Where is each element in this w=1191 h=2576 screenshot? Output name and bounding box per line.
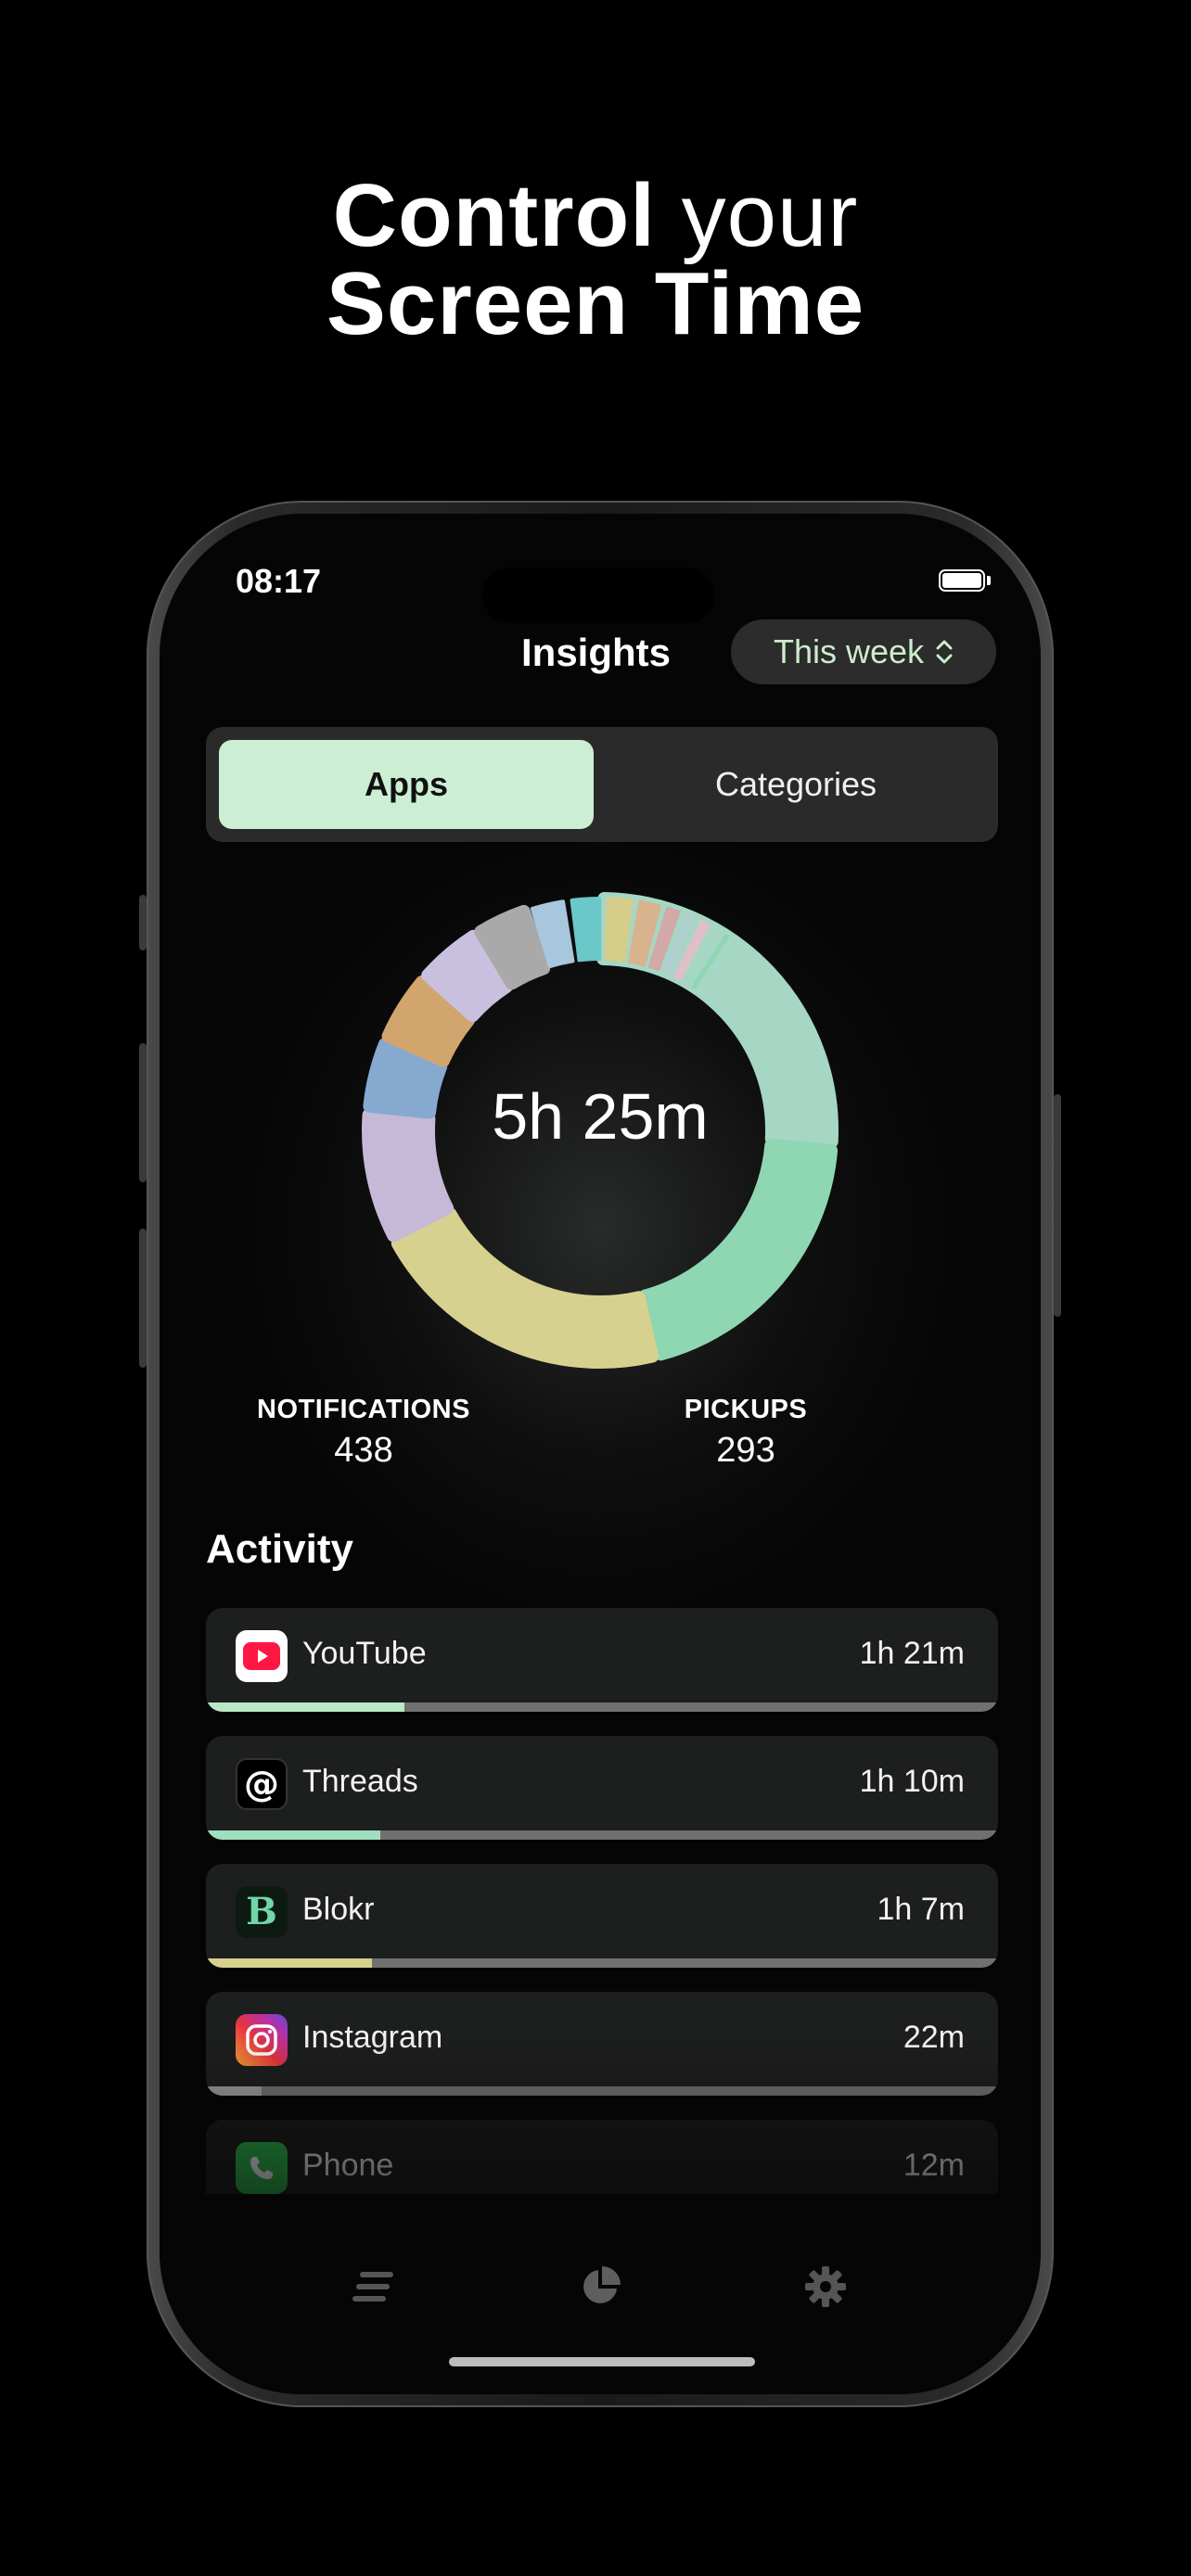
usage-track <box>206 2086 998 2096</box>
phone-icon <box>236 2142 288 2194</box>
period-selector[interactable]: This week <box>731 619 996 684</box>
home-indicator <box>449 2357 755 2366</box>
app-time: 1h 7m <box>877 1892 966 1927</box>
headline-line-1: Control your <box>0 172 1191 261</box>
donut-segment <box>570 897 602 963</box>
tab-insights[interactable] <box>572 2259 628 2315</box>
app-time: 1h 10m <box>859 1764 965 1799</box>
page-title: Insights <box>521 631 672 674</box>
app-name: Instagram <box>302 2020 443 2055</box>
activity-row-youtube[interactable]: YouTube 1h 21m <box>206 1608 998 1712</box>
pickups-stat: PICKUPS 293 <box>634 1395 857 1471</box>
pie-chart-icon <box>583 2266 621 2303</box>
usage-bar <box>206 1958 373 1968</box>
battery-tip <box>987 576 991 585</box>
activity-row-blokr[interactable]: B Blokr 1h 7m <box>206 1864 998 1968</box>
action-button <box>139 895 147 950</box>
app-name: Threads <box>302 1764 418 1799</box>
usage-bar <box>206 2086 262 2096</box>
pickups-label: PICKUPS <box>684 1395 808 1424</box>
segmented-control: Apps Categories <box>206 727 998 842</box>
gear-icon <box>805 2266 846 2307</box>
app-name: Phone <box>302 2148 394 2183</box>
app-name: YouTube <box>302 1636 427 1671</box>
period-label: This week <box>773 632 925 670</box>
phone-screen: 08:17 Insights This week Apps Categories… <box>160 514 1041 2394</box>
tab-settings[interactable] <box>798 2259 853 2315</box>
battery-icon <box>939 569 985 592</box>
volume-down-button <box>139 1229 147 1368</box>
status-time: 08:17 <box>236 562 322 600</box>
chevron-up-down-icon <box>936 640 953 664</box>
app-time: 22m <box>903 2020 965 2055</box>
notifications-label: NOTIFICATIONS <box>257 1395 470 1424</box>
blokr-icon: B <box>236 1886 288 1938</box>
donut-segment <box>638 1139 839 1361</box>
activity-row-threads[interactable]: @ Threads 1h 10m <box>206 1736 998 1840</box>
donut-segment <box>391 1207 660 1369</box>
notifications-stat: NOTIFICATIONS 438 <box>252 1395 475 1471</box>
youtube-icon <box>236 1630 288 1682</box>
dynamic-island <box>482 567 714 623</box>
notifications-value: 438 <box>334 1431 393 1470</box>
usage-bar <box>206 1702 404 1712</box>
activity-title: Activity <box>206 1526 353 1572</box>
instagram-icon <box>236 2014 288 2066</box>
headline-bold: Control <box>332 166 656 265</box>
total-screen-time: 5h 25m <box>492 1080 709 1153</box>
volume-up-button <box>139 1043 147 1182</box>
tab-list[interactable] <box>347 2259 403 2315</box>
app-time: 1h 21m <box>859 1636 965 1671</box>
segment-categories[interactable]: Categories <box>607 740 985 829</box>
segment-apps[interactable]: Apps <box>219 740 594 829</box>
list-icon <box>352 2272 393 2302</box>
app-time: 12m <box>903 2148 965 2183</box>
pickups-value: 293 <box>716 1431 775 1470</box>
app-name: Blokr <box>302 1892 375 1927</box>
headline-line-2: Screen Time <box>326 254 865 353</box>
usage-bar <box>206 1830 380 1840</box>
power-button <box>1054 1094 1061 1317</box>
activity-row-instagram[interactable]: Instagram 22m <box>206 1992 998 2096</box>
threads-icon: @ <box>236 1758 288 1810</box>
headline-light: your <box>681 166 859 265</box>
